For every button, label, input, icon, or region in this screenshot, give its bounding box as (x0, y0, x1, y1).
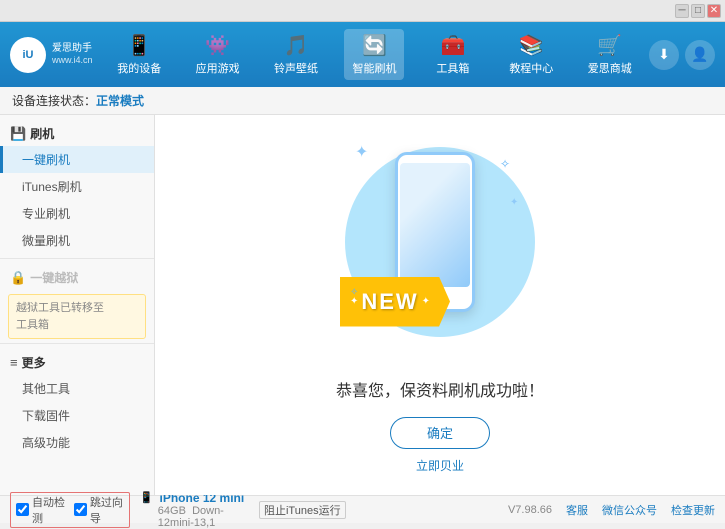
user-btn[interactable]: 👤 (685, 40, 715, 70)
again-link[interactable]: 立即贝业 (416, 457, 464, 474)
sparkle-1: ✦ (355, 142, 368, 162)
new-banner: ✦ NEW ✦ (340, 277, 450, 332)
nav-smart-flash[interactable]: 🔄 智能刷机 (344, 29, 404, 80)
main-area: 💾 刷机 一键刷机 iTunes刷机 专业刷机 微量刷机 🔒 一键越狱 越狱工具… (0, 115, 725, 495)
tutorials-icon: 📚 (519, 33, 544, 58)
sidebar-item-itunes-flash[interactable]: iTunes刷机 (0, 173, 154, 200)
bottom-right: V7.98.66 客服 微信公众号 检查更新 (508, 502, 715, 518)
nav-tutorials[interactable]: 📚 教程中心 (501, 29, 561, 80)
jailbreak-notice: 越狱工具已转移至工具箱 (8, 294, 146, 339)
content-area: ✦ ✧ ✦ ✧ ✦ NEW ✦ 恭喜您，保资料刷机成功啦！ (155, 115, 725, 495)
device-sub-info: 64GB Down-12mini-13,1 (140, 505, 259, 529)
success-message: 恭喜您，保资料刷机成功啦！ (336, 377, 544, 401)
confirm-button[interactable]: 确定 (390, 417, 490, 449)
auto-connect-checkbox-wrap[interactable]: 自动检测 (16, 494, 66, 526)
nav-toolbox[interactable]: 🧰 工具箱 (423, 29, 483, 80)
more-section-icon: ≡ (10, 355, 18, 370)
title-bar: ─ □ ✕ (0, 0, 725, 22)
sparkle-2: ✧ (500, 157, 510, 171)
sidebar-item-other-tools[interactable]: 其他工具 (0, 375, 154, 402)
sidebar-more-header: ≡ 更多 (0, 348, 154, 375)
sidebar-divider-1 (0, 258, 154, 259)
stop-itunes-section: 阻止iTunes运行 (259, 501, 508, 519)
sparkle-4: ✧ (350, 287, 358, 298)
sidebar-jailbreak-header: 🔒 一键越狱 (0, 263, 154, 290)
header-right: ⬇ 👤 (649, 40, 715, 70)
logo-area: iU 爱思助手 www.i4.cn (10, 37, 100, 73)
phone-small-icon: 📱 (140, 491, 154, 504)
status-bar: 设备连接状态： 正常模式 (0, 87, 725, 115)
new-text: NEW (361, 289, 418, 315)
smart-flash-icon: 🔄 (362, 33, 387, 58)
stop-itunes-button[interactable]: 阻止iTunes运行 (259, 501, 346, 519)
sidebar-flash-header: 💾 刷机 (0, 119, 154, 146)
ringtone-icon: 🎵 (284, 33, 309, 58)
sidebar-item-download-firmware[interactable]: 下载固件 (0, 402, 154, 429)
sidebar-item-advanced[interactable]: 高级功能 (0, 429, 154, 456)
nav-apps-games[interactable]: 👾 应用游戏 (188, 29, 248, 80)
skip-wizard-checkbox[interactable] (74, 503, 87, 516)
my-device-icon: 📱 (127, 33, 152, 58)
nav-items: 📱 我的设备 👾 应用游戏 🎵 铃声壁纸 🔄 智能刷机 🧰 工具箱 📚 教程中心… (100, 29, 649, 80)
sidebar-item-no-data-flash[interactable]: 微量刷机 (0, 227, 154, 254)
sidebar-divider-2 (0, 343, 154, 344)
skip-wizard-checkbox-wrap[interactable]: 跳过向导 (74, 494, 124, 526)
logo-text: 爱思助手 www.i4.cn (52, 42, 93, 67)
sidebar: 💾 刷机 一键刷机 iTunes刷机 专业刷机 微量刷机 🔒 一键越狱 越狱工具… (0, 115, 155, 495)
banner-ribbon: ✦ NEW ✦ (340, 277, 450, 327)
flash-section-icon: 💾 (10, 126, 26, 142)
nav-store[interactable]: 🛒 爱思商城 (580, 29, 640, 80)
auto-connect-checkbox[interactable] (16, 503, 29, 516)
apps-games-icon: 👾 (205, 33, 230, 58)
phone-illustration: ✦ ✧ ✦ ✧ ✦ NEW ✦ (340, 137, 540, 357)
sidebar-item-pro-flash[interactable]: 专业刷机 (0, 200, 154, 227)
store-icon: 🛒 (597, 33, 622, 58)
logo-icon: iU (10, 37, 46, 73)
maximize-btn[interactable]: □ (691, 4, 705, 18)
download-btn[interactable]: ⬇ (649, 40, 679, 70)
phone-screen (400, 163, 470, 288)
checkbox-group: 自动检测 跳过向导 (10, 492, 130, 528)
sidebar-item-one-click-flash[interactable]: 一键刷机 (0, 146, 154, 173)
header: iU 爱思助手 www.i4.cn 📱 我的设备 👾 应用游戏 🎵 铃声壁纸 🔄… (0, 22, 725, 87)
toolbox-icon: 🧰 (440, 33, 465, 58)
bottom-bar: 自动检测 跳过向导 📱 iPhone 12 mini 64GB Down-12m… (0, 495, 725, 523)
close-btn[interactable]: ✕ (707, 4, 721, 18)
minimize-btn[interactable]: ─ (675, 4, 689, 18)
jailbreak-section-icon: 🔒 (10, 270, 26, 286)
sparkle-3: ✦ (510, 197, 518, 208)
nav-ringtone[interactable]: 🎵 铃声壁纸 (266, 29, 326, 80)
nav-my-device[interactable]: 📱 我的设备 (109, 29, 169, 80)
